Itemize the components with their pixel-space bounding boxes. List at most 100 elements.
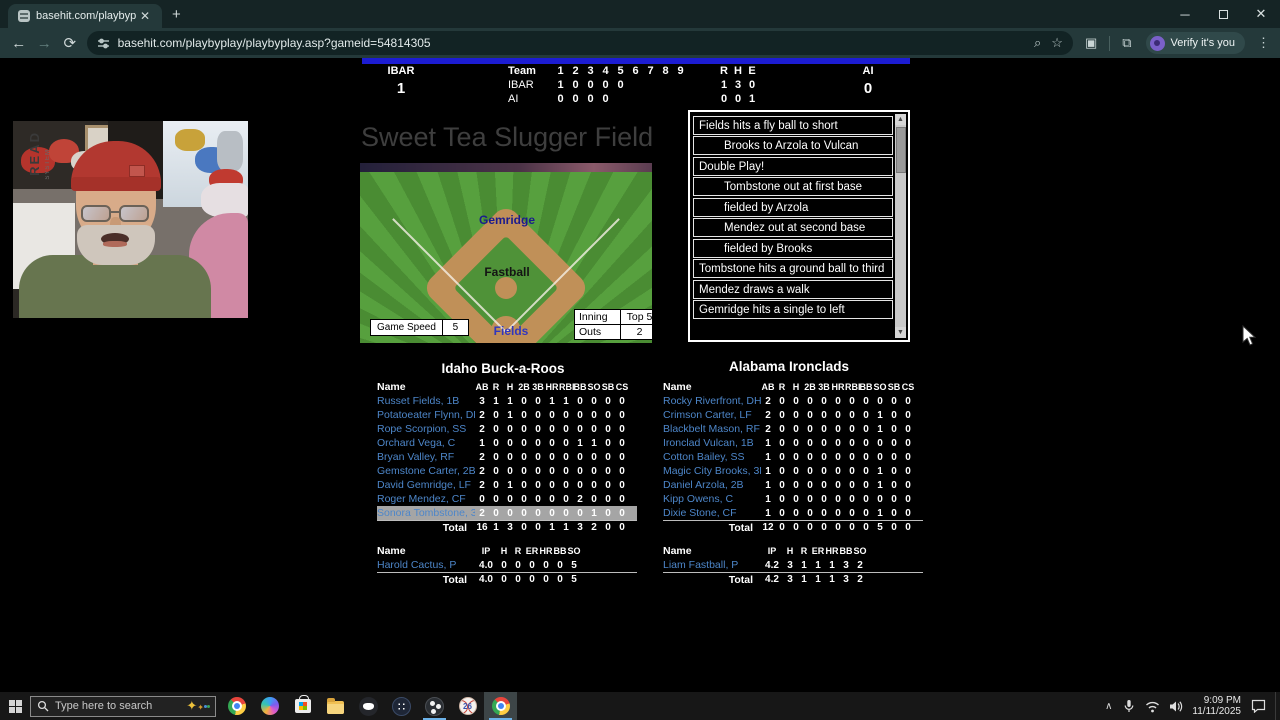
bookmark-star-icon[interactable]: ☆ [1051,35,1063,51]
tab-close-icon[interactable]: ✕ [140,9,150,23]
show-desktop-button[interactable] [1275,692,1280,720]
stat-cell: 0 [501,574,507,585]
game-speed-value[interactable]: 5 [442,319,469,336]
url-bar[interactable]: basehit.com/playbyplay/playbyplay.asp?ga… [86,31,1073,55]
verify-profile-button[interactable]: Verify it's you [1145,32,1245,54]
stat-cell: 0 [587,79,594,91]
stat-cell: 0 [521,451,527,463]
player-name-link[interactable]: Roger Mendez, CF [377,493,475,505]
player-name-link[interactable]: Orchard Vega, C [377,437,475,449]
action-center-icon[interactable] [1251,699,1266,713]
side-panel-icon[interactable]: ⧉ [1122,35,1131,51]
game-speed-control[interactable]: Game Speed 5 [370,319,469,336]
stat-cell: 0 [619,465,625,477]
player-name-link[interactable]: Rope Scorpion, SS [377,423,475,435]
taskbar-clock[interactable]: 9:09 PM 11/11/2025 [1192,695,1241,718]
stat-cell: 0 [807,522,813,533]
stat-cell: 3 [787,559,793,571]
taskbar-copilot-icon[interactable] [253,692,286,720]
start-button[interactable] [0,692,30,720]
taskbar-dialpad-app-icon[interactable] [385,692,418,720]
stat-cell: 0 [521,507,527,519]
close-button[interactable]: ✕ [1242,0,1280,28]
speaker-icon[interactable] [1169,700,1183,713]
taskbar-chrome-active-icon[interactable] [484,692,517,720]
runner-second-label: Gemridge [478,213,536,227]
player-name-link[interactable]: Sonora Tombstone, 3B [377,507,475,519]
minimize-button[interactable]: ─ [1166,0,1204,28]
stat-cell: 0 [507,451,513,463]
player-name-link[interactable]: Magic City Brooks, 3B [663,465,761,477]
taskbar-baseball-app-icon[interactable]: 26 [451,692,484,720]
stat-cell: 0 [877,395,883,407]
scrollbar-thumb[interactable] [895,127,906,173]
stat-cell: 0 [793,437,799,449]
pitching-total-row: Total 4.0 0 0 0 0 0 5 [377,572,637,586]
player-name-link[interactable]: Potatoeater Flynn, DH [377,409,475,421]
player-name-link[interactable]: Russet Fields, 1B [377,395,475,407]
search-placeholder: Type here to search [55,700,153,712]
stat-cell: 0 [617,79,624,91]
stat-cell: 0 [807,423,813,435]
stat-cell: 0 [835,423,841,435]
player-name-link[interactable]: Dixie Stone, CF [663,507,761,519]
browser-tab[interactable]: basehit.com/playbyplay/playbyp ✕ [8,4,162,28]
search-highlights-icon[interactable]: ✦✦ [186,698,210,714]
stat-cell: 0 [535,493,541,505]
forward-button[interactable]: → [32,35,58,52]
microphone-icon[interactable] [1122,699,1136,713]
scroll-down-icon[interactable]: ▼ [895,327,906,338]
tray-chevron-icon[interactable]: ∧ [1105,701,1112,712]
taskbar-file-explorer-icon[interactable] [319,692,352,720]
maximize-button[interactable] [1204,0,1242,28]
player-name-link[interactable]: David Gemridge, LF [377,479,475,491]
box-label: READ [27,131,42,176]
player-name-link[interactable]: Blackbelt Mason, RF [663,423,761,435]
reload-button[interactable]: ⟳ [57,34,83,52]
player-name-link[interactable]: Harold Cactus, P [377,559,475,571]
stat-cell: IP [481,546,491,556]
new-tab-button[interactable]: + [172,6,181,23]
player-name-link[interactable]: Gemstone Carter, 2B [377,465,475,477]
name-header: Name [377,381,406,393]
taskbar-chrome-icon[interactable] [220,692,253,720]
wifi-icon[interactable] [1145,700,1160,713]
taskbar-discord-icon[interactable] [352,692,385,720]
stat-cell: 0 [535,479,541,491]
player-name-link[interactable]: Crimson Carter, LF [663,409,761,421]
player-name-link[interactable]: Daniel Arzola, 2B [663,479,761,491]
play-by-play-scrollbar[interactable]: ▲ ▼ [895,114,906,338]
stat-cell: 0 [849,451,855,463]
batter-stats: 10000000000 [761,438,915,449]
scroll-up-icon[interactable]: ▲ [895,114,906,125]
taskbar-store-icon[interactable] [286,692,319,720]
stat-cell: 5 [617,65,624,77]
system-tray: ∧ 9:09 PM 11/11/2025 [1105,692,1280,720]
taskbar-search[interactable]: Type here to search ✦✦ [30,695,216,717]
glasses-bridge [110,211,120,213]
zoom-icon[interactable]: ⌕ [1034,35,1041,51]
player-name-link[interactable]: Liam Fastball, P [663,559,761,571]
stat-cell: 0 [779,522,785,533]
player-name-link[interactable]: Bryan Valley, RF [377,451,475,463]
stat-cell: HR [825,546,839,556]
stat-cell: 0 [877,451,883,463]
stat-cell: 0 [507,465,513,477]
taskbar-obs-icon[interactable] [418,692,451,720]
player-name-link[interactable]: Cotton Bailey, SS [663,451,761,463]
player-name-link[interactable]: Rocky Riverfront, DH [663,395,761,407]
player-name-link[interactable]: Kipp Owens, C [663,493,761,505]
away-pitching-table: Name IP H R ER HR BB SO Harold Cactus, P 4.0 0 0… [377,544,637,586]
stat-cell: 0 [821,479,827,491]
stat-cell: ER [811,546,825,556]
url-text: basehit.com/playbyplay/playbyplay.asp?ga… [117,36,431,50]
stat-cell: 2 [765,409,771,421]
player-name-link[interactable]: Ironclad Vulcan, 1B [663,437,761,449]
back-button[interactable]: ← [6,35,32,52]
stat-cell: 0 [905,522,911,533]
stat-cell: 0 [521,437,527,449]
stat-cell: 2 [479,423,485,435]
stat-cell: 0 [521,409,527,421]
browser-menu-icon[interactable]: ⋮ [1257,35,1270,51]
extension-icon[interactable]: ▣ [1085,35,1097,51]
